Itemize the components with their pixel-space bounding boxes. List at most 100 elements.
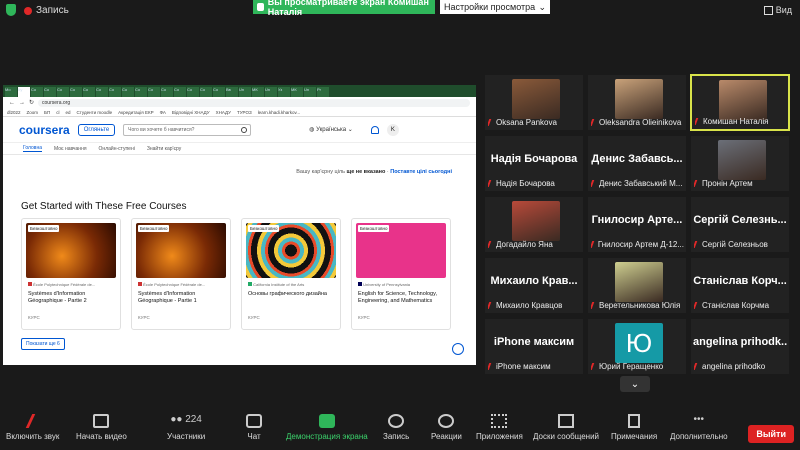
- nav-tab[interactable]: Знайти кар'єру: [147, 146, 181, 152]
- browser-tab[interactable]: Co: [83, 87, 95, 97]
- bookmark-item[interactable]: БП: [44, 110, 50, 115]
- bookmark-item[interactable]: ХНАДУ: [216, 110, 231, 115]
- whiteboard-button[interactable]: Доски сообщений: [533, 414, 599, 441]
- browser-tab[interactable]: Co: [135, 87, 147, 97]
- bookmark-item[interactable]: Акредитація ЕКР: [118, 110, 153, 115]
- browser-tab[interactable]: Co: [44, 87, 56, 97]
- participant-tile[interactable]: Денис Забавсь... Денис Забавський М...: [587, 135, 687, 192]
- browser-tab[interactable]: Co: [31, 87, 43, 97]
- course-card[interactable]: Безкоштовно California Institute of the …: [241, 218, 341, 330]
- forward-icon[interactable]: →: [19, 100, 25, 106]
- explore-button[interactable]: Огляньте: [77, 123, 116, 136]
- participant-tile[interactable]: Веретельникова Юлія: [587, 257, 687, 314]
- browser-tab[interactable]: МК: [252, 87, 264, 97]
- gallery-next-button[interactable]: ⌄: [620, 376, 650, 392]
- participant-tile[interactable]: Oksana Pankova: [484, 74, 584, 131]
- nav-tab[interactable]: Моє навчання: [54, 146, 87, 152]
- chat-label: Чат: [247, 432, 261, 441]
- mic-muted-icon: [488, 241, 496, 248]
- participant-tile[interactable]: Гнилосир Арте... Гнилосир Артем Д-12...: [587, 196, 687, 253]
- notes-button[interactable]: Примечания: [611, 414, 657, 441]
- back-icon[interactable]: ←: [9, 100, 15, 106]
- bookmark-item[interactable]: Zoom: [27, 110, 39, 115]
- participant-tile[interactable]: Надія Бочарова Надія Бочарова: [484, 135, 584, 192]
- browser-tab[interactable]: Co: [96, 87, 108, 97]
- browser-tab[interactable]: Un: [304, 87, 316, 97]
- course-card[interactable]: Безкоштовно University of Pennsylvania En…: [351, 218, 451, 330]
- record-button[interactable]: Запись: [383, 414, 409, 441]
- shared-screen[interactable]: Мо Ку Co Co Co Co Co Co Co Co Co Co Co Co Co Co Co Вв Un МК…: [3, 85, 476, 365]
- participant-display-name: Надія Бочарова: [490, 153, 578, 165]
- participant-tile[interactable]: Ю Юрий Геращенко: [587, 318, 687, 375]
- nav-tab[interactable]: Головна: [23, 145, 42, 152]
- participant-tile[interactable]: iPhone максим iPhone максим: [484, 318, 584, 375]
- coursera-logo[interactable]: coursera: [19, 123, 70, 137]
- view-button[interactable]: Вид: [763, 5, 792, 15]
- more-button[interactable]: ••• Дополнительно: [670, 414, 728, 441]
- browser-tab[interactable]: Co: [213, 87, 225, 97]
- participant-tile[interactable]: Oleksandra Olieinikova: [587, 74, 687, 131]
- leave-button[interactable]: Выйти: [748, 425, 794, 443]
- security-shield-icon[interactable]: [6, 4, 16, 16]
- participant-tile[interactable]: angelina prihodk... angelina prihodko: [690, 318, 790, 375]
- browser-tab[interactable]: Co: [122, 87, 134, 97]
- reactions-button[interactable]: Реакции: [431, 414, 462, 441]
- share-screen-button[interactable]: Демонстрация экрана: [286, 414, 368, 441]
- chevron-down-icon: ⌄: [630, 378, 640, 390]
- language-selector[interactable]: ◍ Українська ⌄: [309, 126, 353, 133]
- bookmark-item[interactable]: learn.khadi.kharkov...: [258, 110, 300, 115]
- view-options-button[interactable]: Настройки просмотра ⌄: [440, 0, 550, 14]
- url-field[interactable]: coursera.org: [38, 98, 470, 107]
- goal-link[interactable]: Поставте цілі сьогодні: [390, 169, 452, 175]
- browser-tab[interactable]: Co: [57, 87, 69, 97]
- apps-label: Приложения: [476, 432, 523, 441]
- browser-tab[interactable]: Un: [265, 87, 277, 97]
- participant-name: Гнилосир Артем Д-12...: [591, 240, 684, 249]
- nav-tab[interactable]: Онлайн-ступені: [99, 146, 135, 152]
- bookmark-item[interactable]: ed: [65, 110, 70, 115]
- unmute-button[interactable]: Включить звук: [6, 414, 59, 441]
- search-input[interactable]: Чого ви хочете б навчитися?: [123, 123, 252, 136]
- help-icon[interactable]: [452, 343, 464, 355]
- browser-tab[interactable]: Мо: [5, 87, 17, 97]
- browser-tab[interactable]: Вв: [226, 87, 238, 97]
- participant-tile[interactable]: Сергій Селезнь... Сергій Селезньов: [690, 196, 790, 253]
- browser-tab[interactable]: Co: [109, 87, 121, 97]
- avatar[interactable]: K: [386, 123, 399, 136]
- browser-tab[interactable]: Co: [70, 87, 82, 97]
- participants-button[interactable]: ●● 224 Участники: [167, 414, 205, 441]
- browser-tab[interactable]: Уз: [278, 87, 290, 97]
- participant-tile[interactable]: Догадайло Яна: [484, 196, 584, 253]
- grid-icon: [763, 5, 773, 15]
- apps-button[interactable]: Приложения: [476, 414, 523, 441]
- participant-tile[interactable]: Комишан Наталія: [690, 74, 790, 131]
- chat-button[interactable]: Чат: [246, 414, 262, 441]
- bookmark-item[interactable]: Відповідні ХНАДУ: [172, 110, 210, 115]
- participant-tile[interactable]: Станіслав Корч... Станіслав Корчма: [690, 257, 790, 314]
- participant-tile[interactable]: Михаило Крав... Михаило Кравцов: [484, 257, 584, 314]
- browser-tab[interactable]: Co: [148, 87, 160, 97]
- start-video-button[interactable]: Начать видео: [76, 414, 127, 441]
- browser-tab[interactable]: Co: [187, 87, 199, 97]
- bell-icon[interactable]: [370, 125, 379, 134]
- bookmark-item[interactable]: ТУРОЗ: [237, 110, 252, 115]
- bookmark-item[interactable]: cl: [56, 110, 59, 115]
- course-kind: КУРС: [28, 315, 40, 320]
- browser-tab[interactable]: Co: [174, 87, 186, 97]
- browser-tab[interactable]: Рг: [317, 87, 329, 97]
- course-card[interactable]: Безкоштовно École Polytechnique Fédérale…: [131, 218, 231, 330]
- browser-tab[interactable]: Un: [239, 87, 251, 97]
- browser-tab[interactable]: Co: [161, 87, 173, 97]
- bookmark-item[interactable]: dl2022: [7, 110, 21, 115]
- reload-icon[interactable]: ↻: [29, 99, 34, 106]
- show-more-button[interactable]: Показати ще 6: [21, 338, 65, 350]
- meeting-toolbar: Включить звук Начать видео ●● 224 Участни…: [0, 410, 800, 450]
- bookmark-item[interactable]: Студенти moodle: [76, 110, 112, 115]
- browser-tab[interactable]: Ку: [18, 87, 30, 97]
- recording-indicator[interactable]: Запись: [24, 5, 69, 16]
- browser-tab[interactable]: МК: [291, 87, 303, 97]
- participant-tile[interactable]: Пронін Артем: [690, 135, 790, 192]
- course-card[interactable]: Безкоштовно École Polytechnique Fédérale…: [21, 218, 121, 330]
- browser-tab[interactable]: Co: [200, 87, 212, 97]
- bookmark-item[interactable]: ФА: [160, 110, 166, 115]
